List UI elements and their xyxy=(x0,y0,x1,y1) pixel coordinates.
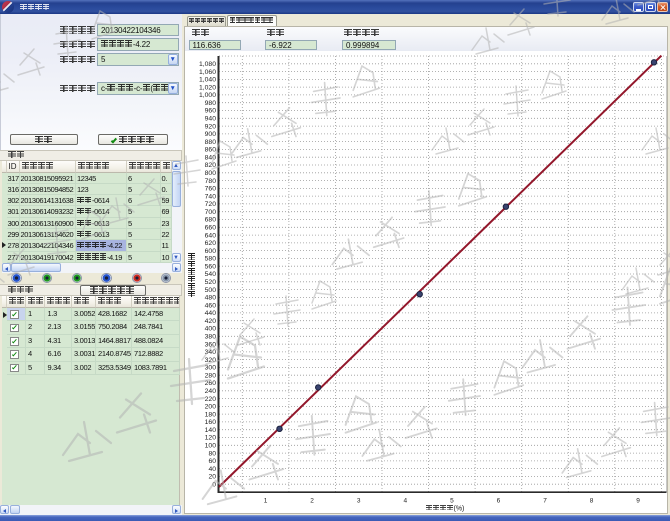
svg-text:380: 380 xyxy=(205,334,217,341)
svg-text:460: 460 xyxy=(205,302,217,309)
svg-text:940: 940 xyxy=(205,116,217,123)
svg-text:960: 960 xyxy=(205,108,217,115)
svg-text:840: 840 xyxy=(205,154,217,161)
svg-text:160: 160 xyxy=(205,419,217,426)
svg-text:1: 1 xyxy=(264,498,268,505)
svg-text:240: 240 xyxy=(205,388,217,395)
svg-text:100: 100 xyxy=(205,443,217,450)
svg-text:720: 720 xyxy=(205,201,217,208)
svg-text:1,080: 1,080 xyxy=(199,61,216,68)
svg-text:180: 180 xyxy=(205,411,217,418)
svg-text:880: 880 xyxy=(205,139,217,146)
svg-text:9: 9 xyxy=(636,498,640,505)
svg-text:2: 2 xyxy=(310,498,314,505)
svg-text:3: 3 xyxy=(357,498,361,505)
svg-text:260: 260 xyxy=(205,380,217,387)
svg-text:40: 40 xyxy=(208,466,216,473)
svg-text:6: 6 xyxy=(497,498,501,505)
svg-text:8: 8 xyxy=(590,498,594,505)
svg-text:5: 5 xyxy=(450,498,454,505)
svg-text:400: 400 xyxy=(205,326,217,333)
svg-text:900: 900 xyxy=(205,131,217,138)
svg-text:140: 140 xyxy=(205,427,217,434)
svg-text:1,060: 1,060 xyxy=(199,69,216,76)
svg-text:740: 740 xyxy=(205,193,217,200)
svg-text:480: 480 xyxy=(205,295,217,302)
svg-text:4: 4 xyxy=(403,498,407,505)
svg-text:7: 7 xyxy=(543,498,547,505)
svg-text:920: 920 xyxy=(205,123,217,130)
svg-text:80: 80 xyxy=(208,450,216,457)
svg-text:980: 980 xyxy=(205,100,217,107)
svg-text:220: 220 xyxy=(205,396,217,403)
svg-text:340: 340 xyxy=(205,349,217,356)
svg-text:600: 600 xyxy=(205,248,217,255)
svg-text:1,040: 1,040 xyxy=(199,77,216,84)
svg-text:1,000: 1,000 xyxy=(199,92,216,99)
svg-text:520: 520 xyxy=(205,279,217,286)
svg-text:540: 540 xyxy=(205,271,217,278)
svg-text:860: 860 xyxy=(205,147,217,154)
svg-text:280: 280 xyxy=(205,372,217,379)
svg-text:200: 200 xyxy=(205,404,217,411)
svg-text:700: 700 xyxy=(205,209,217,216)
svg-text:560: 560 xyxy=(205,263,217,270)
svg-text:640: 640 xyxy=(205,232,217,239)
svg-text:60: 60 xyxy=(208,458,216,465)
svg-text:320: 320 xyxy=(205,357,217,364)
svg-text:500: 500 xyxy=(205,287,217,294)
svg-text:660: 660 xyxy=(205,225,217,232)
svg-text:300: 300 xyxy=(205,365,217,372)
svg-text:620: 620 xyxy=(205,240,217,247)
svg-text:580: 580 xyxy=(205,256,217,263)
svg-text:120: 120 xyxy=(205,435,217,442)
svg-text:360: 360 xyxy=(205,341,217,348)
svg-text:1,020: 1,020 xyxy=(199,84,216,91)
svg-text:760: 760 xyxy=(205,186,217,193)
svg-text:440: 440 xyxy=(205,310,217,317)
svg-text:820: 820 xyxy=(205,162,217,169)
svg-text:20: 20 xyxy=(208,474,216,481)
svg-text:0: 0 xyxy=(212,481,216,488)
svg-text:800: 800 xyxy=(205,170,217,177)
svg-text:680: 680 xyxy=(205,217,217,224)
svg-text:780: 780 xyxy=(205,178,217,185)
svg-text:420: 420 xyxy=(205,318,217,325)
